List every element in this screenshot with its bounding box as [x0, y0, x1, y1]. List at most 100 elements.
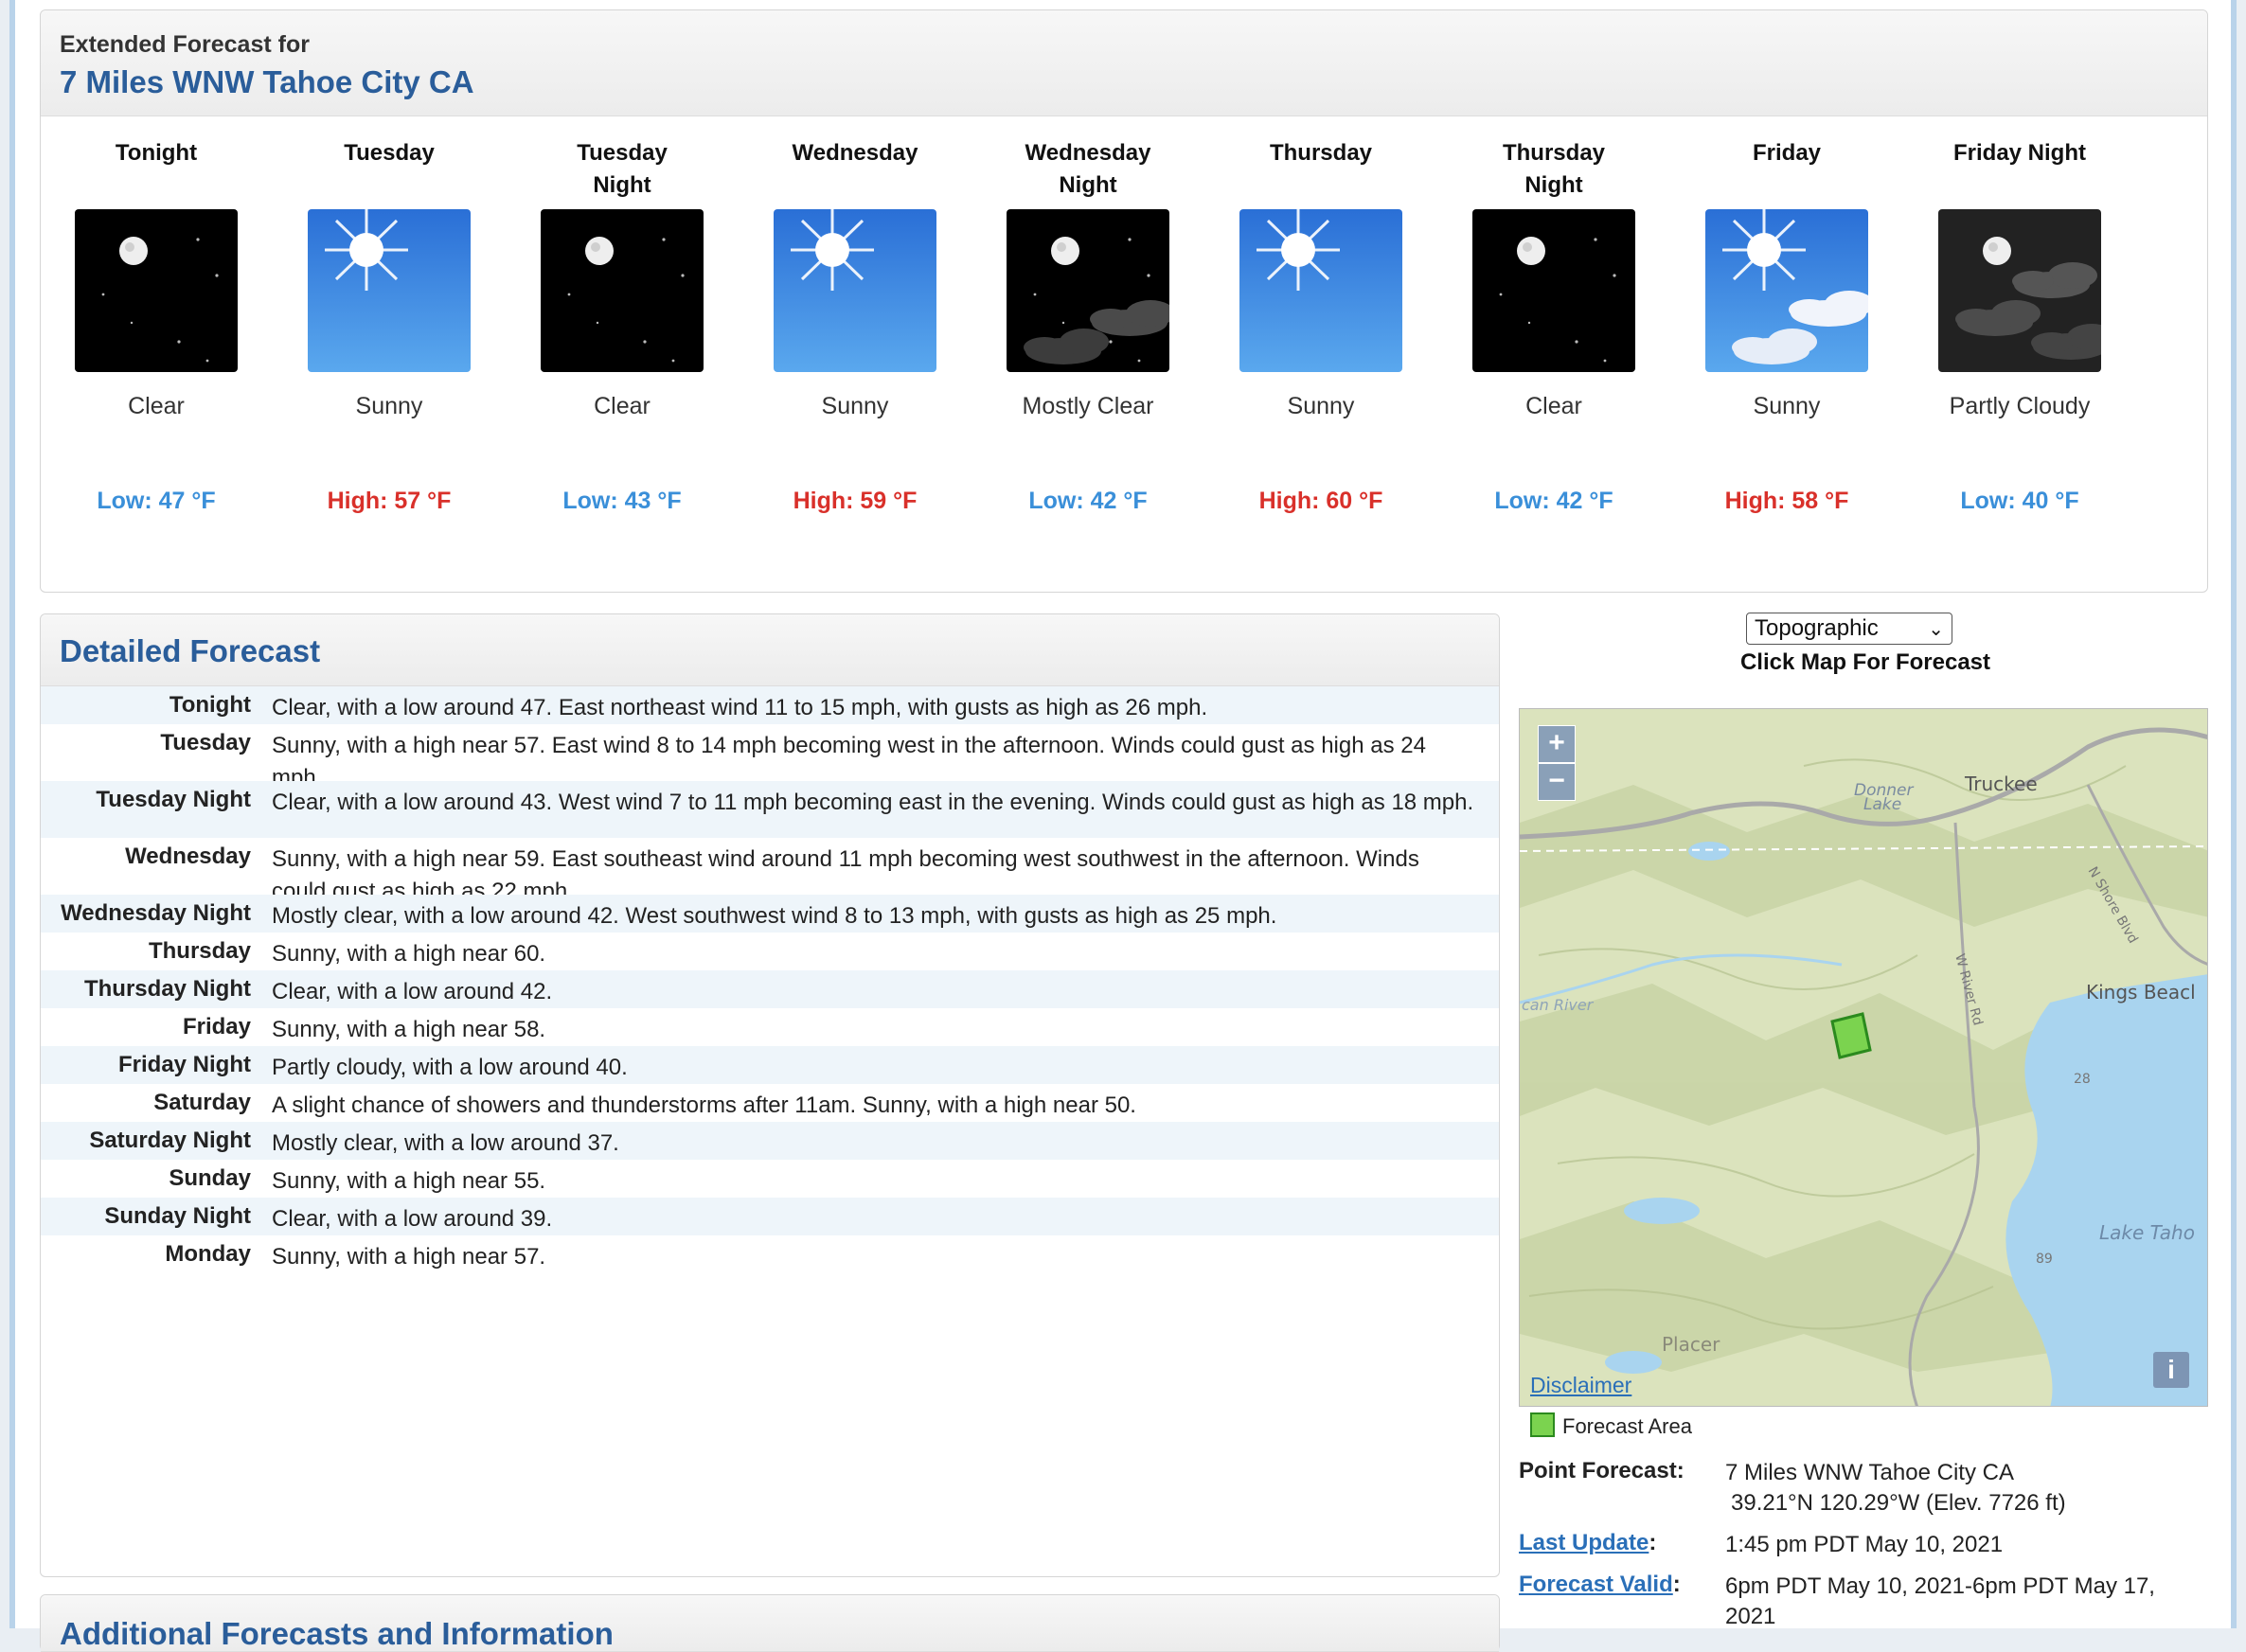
- detailed-forecast-header: Detailed Forecast: [41, 614, 1499, 686]
- detailed-forecast-row: Monday Sunny, with a high near 57.: [41, 1235, 1499, 1273]
- sunny-icon: [774, 209, 936, 372]
- detailed-row-text: A slight chance of showers and thunderst…: [272, 1092, 1136, 1118]
- zoom-in-button[interactable]: +: [1538, 725, 1576, 763]
- period-temperature: High: 60 °F: [1258, 488, 1383, 514]
- period-temperature: Low: 40 °F: [1960, 488, 2079, 514]
- detailed-forecast-row: Thursday Sunny, with a high near 60.: [41, 933, 1499, 970]
- additional-forecasts-title: Additional Forecasts and Information: [60, 1616, 614, 1651]
- detailed-row-text: Sunny, with a high near 58.: [272, 1017, 546, 1042]
- period-name: Thursday Night: [1502, 140, 1606, 198]
- forecast-periods: Tonight Clear Low: 47 °F Tuesday Sunny High: …: [41, 116, 2207, 590]
- period-temperature: High: 59 °F: [793, 488, 918, 514]
- partly-cloudy-night-icon: [1938, 209, 2101, 372]
- period-short-forecast: Clear: [128, 393, 185, 419]
- period-temperature: Low: 47 °F: [97, 488, 216, 514]
- detailed-forecast-row: Saturday Night Mostly clear, with a low a…: [41, 1122, 1499, 1160]
- detailed-forecast-title: Detailed Forecast: [60, 633, 321, 668]
- extended-forecast-pretitle: Extended Forecast for: [60, 31, 310, 58]
- last-update-link[interactable]: Last Update: [1519, 1530, 1649, 1555]
- zoom-out-button[interactable]: −: [1538, 763, 1576, 801]
- detailed-forecast-row: Thursday Night Clear, with a low around 4…: [41, 970, 1499, 1008]
- map-label-lake: Lake: [1863, 795, 1901, 814]
- last-update-value: 1:45 pm PDT May 10, 2021: [1725, 1532, 2004, 1557]
- detailed-row-label: Friday: [182, 1014, 251, 1039]
- detailed-forecast-row: Friday Sunny, with a high near 58.: [41, 1008, 1499, 1046]
- period-name: Tuesday: [344, 140, 435, 166]
- detailed-row-text: Partly cloudy, with a low around 40.: [272, 1055, 628, 1080]
- forecast-period: Friday Night Partly Cloudy Low: 40 °F: [1902, 116, 2137, 515]
- point-info: Point Forecast: 7 Miles WNW Tahoe City C…: [1519, 1458, 2210, 1643]
- detailed-row-label: Tuesday: [160, 730, 251, 755]
- forecast-valid-key: Forecast Valid:: [1519, 1572, 1725, 1632]
- period-temperature: Low: 43 °F: [562, 488, 682, 514]
- sunny-few-clouds-icon: [1705, 209, 1868, 372]
- detailed-row-label: Wednesday Night: [61, 900, 251, 926]
- forecast-valid-line: Forecast Valid: 6pm PDT May 10, 2021-6pm…: [1519, 1572, 2210, 1632]
- detailed-row-label: Monday: [165, 1241, 251, 1267]
- additional-forecasts-header: Additional Forecasts and Information: [41, 1595, 1499, 1652]
- legend-label: Forecast Area: [1562, 1414, 1692, 1438]
- extended-forecast-location: 7 Miles WNW Tahoe City CA: [60, 64, 474, 99]
- detailed-row-text: Sunny, with a high near 59. East southea…: [272, 846, 1419, 904]
- last-update-colon: :: [1649, 1530, 1657, 1555]
- sunny-icon: [308, 209, 471, 372]
- additional-forecasts-panel: Additional Forecasts and Information: [40, 1594, 1500, 1652]
- mostly-clear-night-icon: [1007, 209, 1169, 372]
- period-name: Wednesday Night: [1025, 140, 1151, 198]
- clear-night-icon: [1472, 209, 1635, 372]
- map-label-lake-tahoe: Lake Taho: [2099, 1221, 2195, 1244]
- detailed-forecast-row: Sunday Sunny, with a high near 55.: [41, 1160, 1499, 1198]
- clear-night-icon: [541, 209, 704, 372]
- detailed-forecast-row: Friday Night Partly cloudy, with a low ar…: [41, 1046, 1499, 1084]
- detailed-row-label: Wednesday: [125, 844, 251, 869]
- detailed-forecast-panel: Detailed Forecast Tonight Clear, with a l…: [40, 613, 1500, 1577]
- forecast-map[interactable]: Truckee Donner Lake Kings Beacl Lake Tah…: [1519, 708, 2208, 1407]
- detailed-forecast-row: Tonight Clear, with a low around 47. East…: [41, 686, 1499, 724]
- detailed-row-text: Clear, with a low around 42.: [272, 979, 553, 1004]
- sunny-icon: [1239, 209, 1402, 372]
- detailed-row-label: Tonight: [169, 692, 251, 718]
- detailed-row-label: Saturday Night: [89, 1128, 251, 1153]
- forecast-period: Tonight Clear Low: 47 °F: [39, 116, 274, 515]
- forecast-period: Friday Sunny High: 58 °F: [1669, 116, 1904, 515]
- forecast-period: Wednesday Sunny High: 59 °F: [738, 116, 972, 515]
- detailed-row-label: Friday Night: [117, 1052, 251, 1077]
- forecast-period: Tuesday Night Clear Low: 43 °F: [505, 116, 740, 515]
- period-short-forecast: Partly Cloudy: [1949, 393, 2091, 419]
- period-short-forecast: Clear: [594, 393, 651, 419]
- map-info-button[interactable]: i: [2153, 1352, 2189, 1388]
- disclaimer-link[interactable]: Disclaimer: [1530, 1373, 1631, 1398]
- map-label-placer: Placer: [1662, 1333, 1720, 1356]
- period-name: Friday: [1752, 140, 1822, 166]
- detailed-forecast-row: Tuesday Sunny, with a high near 57. East …: [41, 724, 1499, 790]
- map-caption: Click Map For Forecast: [1739, 649, 1991, 675]
- forecast-area-swatch: [1530, 1412, 1555, 1437]
- detailed-row-text: Sunny, with a high near 60.: [272, 941, 546, 967]
- point-forecast-value: 7 Miles WNW Tahoe City CA 39.21°N 120.29…: [1725, 1458, 2066, 1519]
- detailed-row-label: Thursday: [148, 938, 251, 964]
- point-forecast-coords: 39.21°N 120.29°W (Elev. 7726 ft): [1731, 1490, 2066, 1516]
- forecast-period: Tuesday Sunny High: 57 °F: [272, 116, 507, 515]
- map-label-river: can River: [1522, 996, 1595, 1014]
- forecast-period: Wednesday Night Mostly Clear Low: 42 °F: [971, 116, 1205, 515]
- clear-night-icon: [75, 209, 238, 372]
- forecast-valid-link[interactable]: Forecast Valid: [1519, 1572, 1673, 1597]
- extended-forecast-panel: Extended Forecast for 7 Miles WNW Tahoe …: [40, 9, 2208, 593]
- period-name: Tuesday Night: [577, 140, 668, 198]
- map-type-select[interactable]: Topographic ⌄: [1746, 613, 1952, 645]
- detailed-row-text: Clear, with a low around 47. East northe…: [272, 695, 1208, 720]
- point-forecast-label: Point Forecast:: [1519, 1458, 1684, 1483]
- detailed-row-label: Tuesday Night: [96, 787, 251, 812]
- period-short-forecast: Sunny: [1287, 393, 1355, 419]
- period-temperature: High: 57 °F: [327, 488, 452, 514]
- detailed-forecast-row: Wednesday Night Mostly clear, with a low …: [41, 895, 1499, 933]
- period-short-forecast: Sunny: [1753, 393, 1821, 419]
- detailed-row-label: Sunday Night: [104, 1203, 251, 1229]
- period-short-forecast: Clear: [1525, 393, 1582, 419]
- last-update-line: Last Update: 1:45 pm PDT May 10, 2021: [1519, 1530, 2210, 1560]
- detailed-row-text: Sunny, with a high near 55.: [272, 1168, 546, 1194]
- detailed-row-text: Clear, with a low around 39.: [272, 1206, 553, 1232]
- detailed-row-label: Saturday: [153, 1090, 251, 1115]
- period-short-forecast: Mostly Clear: [1022, 393, 1154, 419]
- detailed-forecast-row: Tuesday Night Clear, with a low around 43…: [41, 781, 1499, 838]
